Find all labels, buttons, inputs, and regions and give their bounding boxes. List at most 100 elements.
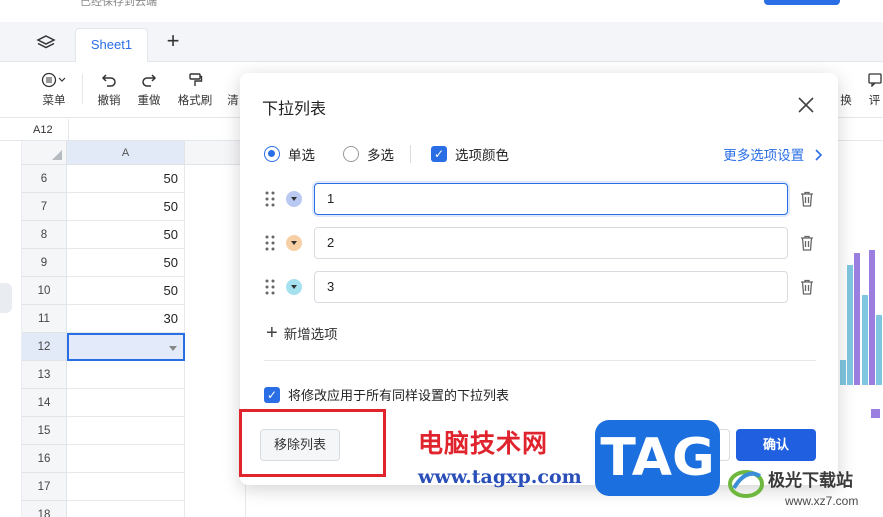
option-color-picker[interactable]: [286, 235, 302, 251]
legend-swatch: [871, 409, 880, 418]
row-header[interactable]: 16: [22, 445, 67, 473]
cell-a10[interactable]: 50: [67, 277, 185, 305]
row-header[interactable]: 9: [22, 249, 67, 277]
side-panel-handle[interactable]: [0, 283, 12, 313]
undo-button[interactable]: 撤销: [92, 68, 126, 114]
option-row: 3: [264, 271, 824, 303]
option-input[interactable]: 3: [314, 271, 788, 303]
more-settings-link[interactable]: 更多选项设置: [723, 144, 824, 164]
row-header[interactable]: 15: [22, 417, 67, 445]
option-row: 2: [264, 227, 824, 259]
single-select-radio[interactable]: [264, 146, 280, 162]
cell-a16[interactable]: [67, 445, 185, 473]
cell-a15[interactable]: [67, 417, 185, 445]
cell-a9[interactable]: 50: [67, 249, 185, 277]
chart-area[interactable]: [836, 141, 883, 517]
row-header[interactable]: 10: [22, 277, 67, 305]
option-color-picker[interactable]: [286, 191, 302, 207]
format-painter-icon: [173, 68, 217, 92]
row-header[interactable]: 11: [22, 305, 67, 333]
drag-handle-icon[interactable]: [264, 190, 276, 208]
name-box[interactable]: A12: [0, 119, 68, 141]
selection-mode-row: 单选 多选 ✓ 选项颜色 更多选项设置: [264, 143, 824, 165]
chart-bar: [847, 265, 853, 385]
watermark-site2-url: www.xz7.com: [785, 494, 859, 508]
cell-a17[interactable]: [67, 473, 185, 501]
title-strip: 已经保存到云端: [0, 0, 883, 22]
comment-icon: [866, 68, 883, 92]
multi-select-label[interactable]: 多选: [367, 144, 394, 164]
drag-handle-icon[interactable]: [264, 278, 276, 296]
cell-a13[interactable]: [67, 361, 185, 389]
close-icon[interactable]: [796, 95, 816, 115]
apply-all-label[interactable]: 将修改应用于所有同样设置的下拉列表: [288, 385, 509, 404]
format-painter-button[interactable]: 格式刷: [173, 68, 217, 114]
undo-icon: [92, 68, 126, 92]
option-color-label[interactable]: 选项颜色: [455, 144, 509, 164]
cell-a14[interactable]: [67, 389, 185, 417]
apply-all-checkbox[interactable]: ✓: [264, 386, 280, 403]
menu-icon: [34, 68, 74, 92]
cell-a12[interactable]: [67, 333, 185, 361]
highlight-frame: [239, 409, 386, 477]
chart-bar: [862, 295, 868, 385]
trash-icon[interactable]: [798, 190, 816, 208]
cell-a7[interactable]: 50: [67, 193, 185, 221]
apply-all-row: ✓ 将修改应用于所有同样设置的下拉列表: [264, 385, 509, 404]
trash-icon[interactable]: [798, 278, 816, 296]
toolbar-divider: [82, 74, 83, 104]
trash-icon[interactable]: [798, 234, 816, 252]
row-header[interactable]: 18: [22, 501, 67, 517]
replace-button[interactable]: 换: [836, 68, 856, 114]
row-header[interactable]: 12: [22, 333, 67, 361]
column-header-a[interactable]: A: [67, 141, 185, 165]
row-header[interactable]: 8: [22, 221, 67, 249]
cell-a8[interactable]: 50: [67, 221, 185, 249]
watermark-text: 电脑技术网: [418, 429, 549, 458]
option-input[interactable]: 2: [314, 227, 788, 259]
plus-icon: +: [266, 322, 278, 344]
cell-a18[interactable]: [67, 501, 185, 517]
redo-icon: [132, 68, 166, 92]
confirm-button[interactable]: 确认: [736, 429, 816, 461]
dropdown-arrow-icon[interactable]: [169, 346, 177, 351]
tab-sheet1[interactable]: Sheet1: [75, 28, 148, 62]
single-select-label[interactable]: 单选: [288, 144, 315, 164]
divider: [410, 145, 411, 163]
watermark-site2: 极光下载站: [768, 471, 853, 490]
chart-bar: [876, 315, 882, 385]
multi-select-radio[interactable]: [343, 146, 359, 162]
add-option-button[interactable]: + 新增选项: [266, 323, 338, 343]
cell-a6[interactable]: 50: [67, 165, 185, 193]
comment-button[interactable]: 评: [866, 68, 883, 114]
clear-button[interactable]: 清: [225, 68, 241, 114]
chevron-right-icon: [815, 149, 823, 161]
option-row: 1: [264, 183, 824, 215]
save-status: 已经保存到云端: [80, 0, 157, 8]
row-header[interactable]: 17: [22, 473, 67, 501]
layers-icon[interactable]: [36, 33, 56, 53]
select-all-corner[interactable]: [22, 141, 67, 165]
watermark-url: www.tagxp.com: [418, 466, 582, 488]
drag-handle-icon[interactable]: [264, 234, 276, 252]
watermark-tag-logo: TAG: [595, 420, 720, 496]
menu-button[interactable]: 菜单: [34, 68, 74, 114]
option-color-checkbox[interactable]: ✓: [431, 146, 447, 162]
chart-bar: [854, 253, 860, 385]
dialog-title: 下拉列表: [262, 101, 327, 118]
option-color-picker[interactable]: [286, 279, 302, 295]
chart-bar: [869, 250, 875, 385]
row-header[interactable]: 13: [22, 361, 67, 389]
add-sheet-button[interactable]: +: [163, 30, 183, 53]
row-header[interactable]: 7: [22, 193, 67, 221]
row-header[interactable]: 14: [22, 389, 67, 417]
redo-button[interactable]: 重做: [132, 68, 166, 114]
share-button[interactable]: [764, 0, 840, 5]
left-rail: [0, 141, 22, 517]
aurora-logo-icon: [728, 470, 764, 498]
row-header[interactable]: 6: [22, 165, 67, 193]
option-input[interactable]: 1: [314, 183, 788, 215]
cell-a11[interactable]: 30: [67, 305, 185, 333]
column-header-b[interactable]: [185, 141, 245, 165]
divider: [264, 360, 816, 361]
